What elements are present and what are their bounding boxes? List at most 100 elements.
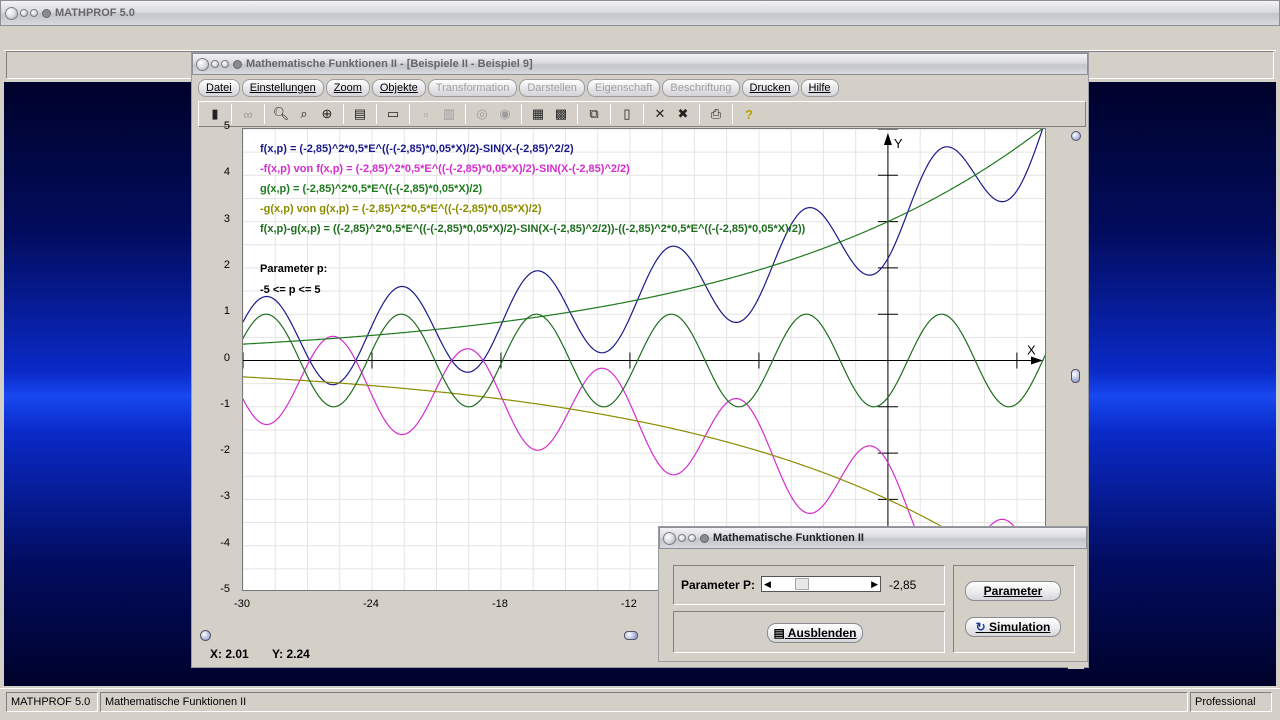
app-title: MATHPROF 5.0 <box>55 7 135 19</box>
vertical-scroll-thumb[interactable] <box>1071 369 1080 383</box>
delete-all-icon[interactable]: ✖ <box>673 104 693 124</box>
menu-item-drucken[interactable]: Drucken <box>741 79 799 97</box>
hide-button[interactable]: ▤ Ausblenden <box>767 623 863 643</box>
x-axis-label: X <box>1027 343 1036 358</box>
dialog-title-icon <box>700 533 709 543</box>
menu-item-transformation[interactable]: Transformation <box>427 79 518 97</box>
menu-item-beschriftung[interactable]: Beschriftung <box>662 79 740 97</box>
app-maximize-button[interactable] <box>30 9 38 17</box>
properties-icon[interactable]: ▤ <box>350 104 370 124</box>
zoom-icon[interactable]: ⌕ <box>294 104 314 124</box>
value-table-icon[interactable]: ▥ <box>439 104 459 124</box>
toolbar-separator <box>610 104 611 124</box>
y-tick-label: -3 <box>220 490 230 503</box>
action-group <box>953 565 1075 653</box>
simulation-button[interactable]: ↻ Simulation <box>965 617 1061 637</box>
dialog-titlebar: Mathematische Funktionen II <box>659 527 1087 549</box>
menu-item-objekte[interactable]: Objekte <box>371 79 426 97</box>
plot-window-minimize-button[interactable] <box>211 60 219 68</box>
legend-entry-4: -g(x,p) von g(x,p) = (-2,85)^2*0,5*E^((-… <box>260 203 542 215</box>
menu-item-einstellungen[interactable]: Einstellungen <box>241 79 324 97</box>
toolbar-separator <box>343 104 344 124</box>
annotation-parameter-range: -5 <= p <= 5 <box>260 284 321 296</box>
toolbar-separator <box>264 104 265 124</box>
legend-entry-3: g(x,p) = (-2,85)^2*0,5*E^((-(-2,85)*0,05… <box>260 183 483 195</box>
dialog-system-button[interactable] <box>663 531 676 545</box>
grid-icon[interactable]: ▦ <box>528 104 548 124</box>
hide-button-label: Ausblenden <box>787 626 857 640</box>
toolbar-separator <box>643 104 644 124</box>
dialog-maximize-button[interactable] <box>688 534 696 542</box>
parameter-button[interactable]: Parameter <box>965 581 1061 601</box>
horizontal-scroll-thumb[interactable] <box>624 631 638 640</box>
toolbar-separator <box>732 104 733 124</box>
window-icon[interactable]: ▭ <box>383 104 403 124</box>
annotation-parameter-title: Parameter p: <box>260 263 328 275</box>
x-coordinate: X: 2.01 <box>210 647 249 661</box>
calendar-icon[interactable]: ▩ <box>551 104 571 124</box>
plot-area[interactable]: XY <box>242 128 1046 591</box>
x-tick-label: -24 <box>363 598 379 610</box>
settings-icon[interactable]: ◉ <box>495 104 515 124</box>
y-tick-label: 5 <box>223 120 230 132</box>
x-tick-label: -12 <box>620 598 637 610</box>
frame-icon[interactable]: ▫ <box>416 104 436 124</box>
slider-right-arrow[interactable]: ▶ <box>871 577 878 591</box>
y-tick-label: 2 <box>223 258 230 271</box>
simulation-button-label: Simulation <box>989 620 1051 634</box>
y-tick-label: 0 <box>223 351 230 364</box>
legend-entry-5: f(x,p)-g(x,p) = ((-2,85)^2*0,5*E^((-(-2,… <box>260 223 806 235</box>
print-icon[interactable]: ⎙ <box>706 104 726 124</box>
menu-item-datei[interactable]: Datei <box>198 79 240 97</box>
copy-icon[interactable]: ⧉ <box>584 104 604 124</box>
toolbar-separator <box>699 104 700 124</box>
document-icon[interactable]: ▯ <box>617 104 637 124</box>
zoom-out-icon[interactable]: 🔍︎ <box>271 104 291 124</box>
dialog-title: Mathematische Funktionen II <box>713 532 864 544</box>
y-coordinate: Y: 2.24 <box>272 647 310 661</box>
toolbar: ▮ ∞ 🔍︎ ⌕ ⊕ ▤ ▭ ▫ ▥ ◎ ◉ ▦ ▩ ⧉ ▯ ✕ ✖ ⎙ ? <box>198 101 1086 127</box>
menu-item-zoom[interactable]: Zoom <box>325 79 370 97</box>
slider-left-arrow[interactable]: ◀ <box>764 577 771 591</box>
help-icon[interactable]: ? <box>739 104 759 124</box>
app-system-button[interactable] <box>5 6 18 20</box>
refresh-icon: ↻ <box>975 620 986 634</box>
app-minimize-button[interactable] <box>20 9 28 17</box>
y-tick-label: -5 <box>220 583 230 595</box>
legend-entry-2: -f(x,p) von f(x,p) = (-2,85)^2*0,5*E^((-… <box>260 163 630 175</box>
vertical-scroll-top-thumb[interactable] <box>1071 131 1081 141</box>
series-3-line <box>243 129 1044 345</box>
delete-icon[interactable]: ✕ <box>650 104 670 124</box>
plot-window-system-button[interactable] <box>196 57 209 71</box>
zoom-in-icon[interactable]: ⊕ <box>317 104 337 124</box>
dialog-minimize-button[interactable] <box>678 534 686 542</box>
menu-item-darstellen[interactable]: Darstellen <box>519 79 585 97</box>
plot-window-title: Mathematische Funktionen II - [Beispiele… <box>246 58 533 70</box>
y-axis-label: Y <box>894 136 903 151</box>
plot-window-titlebar: Mathematische Funktionen II - [Beispiele… <box>192 53 1088 75</box>
slider-thumb[interactable] <box>794 578 809 590</box>
legend-entry-1: f(x,p) = (-2,85)^2*0,5*E^((-(-2,85)*0,05… <box>260 143 574 155</box>
horizontal-scroll-left-thumb[interactable] <box>200 630 211 641</box>
toolbar-separator <box>409 104 410 124</box>
parameter-value: -2,85 <box>889 578 917 592</box>
status-module: Mathematische Funktionen II <box>100 692 1188 712</box>
toolbar-separator <box>465 104 466 124</box>
parameter-slider[interactable]: ◀ ▶ <box>761 576 881 592</box>
status-app: MATHPROF 5.0 <box>6 692 98 712</box>
app-menu-strip <box>4 27 1276 51</box>
toolbar-separator <box>376 104 377 124</box>
menu-item-eigenschaft[interactable]: Eigenschaft <box>586 79 661 97</box>
plot-window-maximize-button[interactable] <box>221 60 229 68</box>
x-tick-label: -18 <box>492 598 508 610</box>
app-title-icon <box>42 8 51 18</box>
parameter-dialog: Mathematische Funktionen II Parameter P:… <box>658 526 1088 662</box>
y-tick-label: -1 <box>220 397 230 410</box>
toolbar-separator <box>577 104 578 124</box>
menu-item-hilfe[interactable]: Hilfe <box>800 79 839 97</box>
horizontal-scrollbar[interactable] <box>198 629 660 643</box>
y-tick-label: 4 <box>223 166 230 179</box>
glasses-icon[interactable]: ∞ <box>238 104 258 124</box>
app-titlebar: MATHPROF 5.0 <box>0 0 1280 26</box>
dialog-icon[interactable]: ◎ <box>472 104 492 124</box>
